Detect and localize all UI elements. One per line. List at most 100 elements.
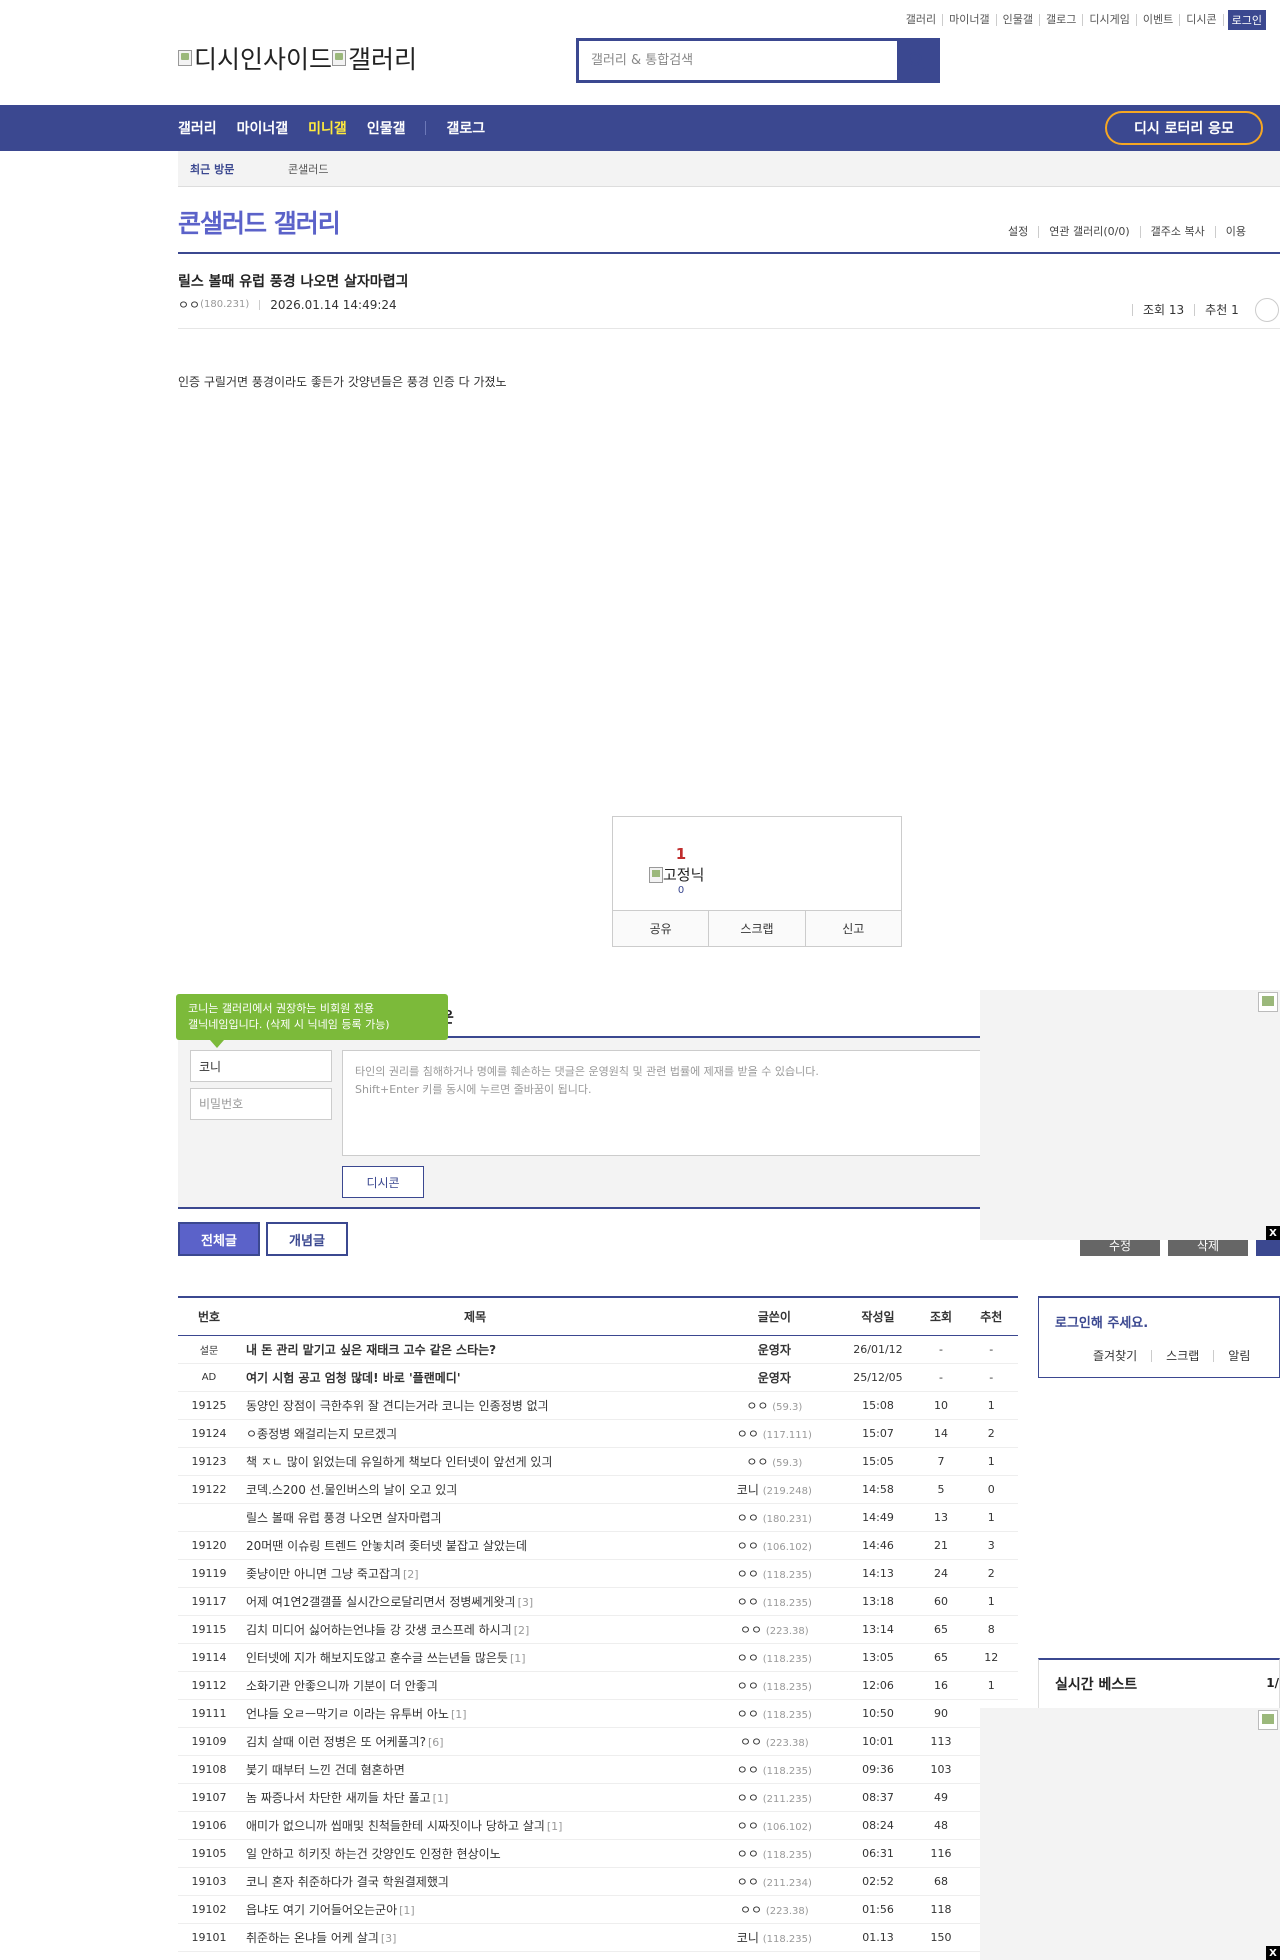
row-writer[interactable]: ㅇㅇ — [740, 1903, 762, 1917]
related-gallery-link[interactable]: 연관 갤러리(0/0) — [1038, 226, 1139, 238]
row-title[interactable]: 김치 미디어 싫어하는언냐들 강 갓생 코스프레 하시긔 — [246, 1623, 512, 1637]
ad-close-button[interactable]: X — [1266, 1226, 1280, 1240]
row-title-cell[interactable]: 김치 미디어 싫어하는언냐들 강 갓생 코스프레 하시긔 [2] — [239, 1615, 711, 1644]
lottery-button[interactable]: 디시 로터리 응모 — [1105, 111, 1263, 145]
table-row[interactable]: AD 여기 시험 공고 엄청 많데! 바로 '플랜메디' 운영자 25/12/05-… — [178, 1363, 1018, 1392]
ad-overlay-bottom[interactable] — [980, 1708, 1280, 1960]
table-row[interactable]: 19122 코덱.스200 선.물인버스의 날이 오고 있긔 코니 (219.248… — [178, 1475, 1018, 1504]
row-title[interactable]: 김치 살때 이런 정병은 또 어케풀긔? — [246, 1735, 426, 1749]
table-row[interactable]: 19111 언냐들 오ㄹㅡ막기ㄹ 이라는 유투버 아노 [1] ㅇㅇ (118.235… — [178, 1699, 1018, 1728]
dccon-button[interactable]: 디시콘 — [342, 1166, 424, 1198]
row-title-cell[interactable]: 놈 짜증나서 차단한 새끼들 차단 풀고 [1] — [239, 1783, 711, 1812]
row-writer[interactable]: ㅇㅇ — [737, 1567, 759, 1581]
comment-name-input[interactable] — [190, 1050, 332, 1082]
table-row[interactable]: 19106 애미가 없으니까 씹매및 친척들한테 시짜짓이나 당하고 살긔 [1] ㅇ… — [178, 1811, 1018, 1840]
search-button[interactable] — [897, 41, 937, 80]
top-link-dccon[interactable]: 디시콘 — [1180, 14, 1224, 26]
row-title[interactable]: 일 안하고 히키짓 하는건 갓양인도 인정한 현상이노 — [246, 1847, 501, 1861]
top-link-gallery[interactable]: 갤러리 — [900, 14, 944, 26]
row-writer-cell[interactable]: 운영자 — [710, 1335, 839, 1364]
row-writer[interactable]: ㅇㅇ — [746, 1455, 768, 1469]
row-title-cell[interactable]: 읍냐도 여기 기어들어오는군아 [1] — [239, 1895, 711, 1924]
row-writer-cell[interactable]: ㅇㅇ (118.235) — [710, 1587, 839, 1616]
table-row[interactable]: 릴스 볼때 유럽 풍경 나오면 살자마렵긔 ㅇㅇ (180.231) 14:49 13… — [178, 1503, 1018, 1532]
row-title[interactable]: ㅇ종정병 왜걸리는지 모르겠긔 — [246, 1427, 397, 1441]
row-writer-cell[interactable]: ㅇㅇ (118.235) — [710, 1839, 839, 1868]
row-writer[interactable]: ㅇㅇ — [737, 1707, 759, 1721]
row-writer-cell[interactable]: 운영자 — [710, 1363, 839, 1392]
realtime-best-page[interactable]: 1/ — [1266, 1676, 1279, 1690]
row-title-cell[interactable]: 20머땐 이슈링 트렌드 안놓치려 좆터넷 붙잡고 살았는데 — [239, 1531, 711, 1560]
row-title-cell[interactable]: 코니 혼자 취준하다가 결국 학원결제했긔 — [239, 1867, 711, 1896]
row-title-cell[interactable]: 소화기관 안좋으니까 기분이 더 안좋긔 — [239, 1671, 711, 1700]
row-writer[interactable]: 코니 — [737, 1931, 759, 1945]
row-title-cell[interactable]: 책 ㅈㄴ 많이 읽었는데 유일하게 책보다 인터넷이 앞선게 있긔 — [239, 1447, 711, 1476]
row-reply-count[interactable]: [1] — [433, 1792, 449, 1805]
row-title[interactable]: 내 돈 관리 맡기고 싶은 재태크 고수 같은 스타는? — [246, 1343, 496, 1357]
table-row[interactable]: 19120 20머땐 이슈링 트렌드 안놓치려 좆터넷 붙잡고 살았는데 ㅇㅇ (1… — [178, 1531, 1018, 1560]
gallery-settings-link[interactable]: 설정 — [1000, 226, 1038, 238]
row-title[interactable]: 놈 짜증나서 차단한 새끼들 차단 풀고 — [246, 1791, 431, 1805]
row-title-cell[interactable]: 어제 여1연2갤갤플 실시간으로달리면서 정병쎄게왓긔 [3] — [239, 1587, 711, 1616]
row-writer-cell[interactable]: ㅇㅇ (106.102) — [710, 1531, 839, 1560]
row-writer[interactable]: ㅇㅇ — [737, 1539, 759, 1553]
top-link-dcgame[interactable]: 디시게임 — [1083, 14, 1137, 26]
recent-visit-label[interactable]: 최근 방문 — [178, 161, 288, 177]
table-row[interactable]: 19124 ㅇ종정병 왜걸리는지 모르겠긔 ㅇㅇ (117.111) 15:07 14 2 — [178, 1419, 1018, 1448]
nav-item-gallery[interactable]: 갤러리 — [178, 118, 217, 138]
row-title-cell[interactable]: 취준하는 온냐들 어케 살긔 [3] — [239, 1923, 711, 1952]
table-row[interactable]: 19103 코니 혼자 취준하다가 결국 학원결제했긔 ㅇㅇ (211.234) 02… — [178, 1867, 1018, 1896]
row-title[interactable]: 읍냐도 여기 기어들어오는군아 — [246, 1903, 397, 1917]
top-link-event[interactable]: 이벤트 — [1137, 14, 1181, 26]
search-input[interactable] — [579, 41, 897, 80]
alarm-tab[interactable]: 알림 — [1213, 1350, 1264, 1362]
row-title-cell[interactable]: 여기 시험 공고 엄청 많데! 바로 '플랜메디' — [239, 1363, 711, 1392]
row-reply-count[interactable]: [3] — [381, 1932, 397, 1945]
row-writer[interactable]: ㅇㅇ — [737, 1847, 759, 1861]
row-title[interactable]: 책 ㅈㄴ 많이 읽었는데 유일하게 책보다 인터넷이 앞선게 있긔 — [246, 1455, 553, 1469]
row-writer-cell[interactable]: ㅇㅇ (59.3) — [710, 1391, 839, 1420]
row-writer-cell[interactable]: ㅇㅇ (223.38) — [710, 1895, 839, 1924]
favorites-tab[interactable]: 즐겨찾기 — [1079, 1350, 1151, 1362]
row-title-cell[interactable]: 인터넷에 지가 해보지도않고 훈수글 쓰는년들 많은듯 [1] — [239, 1643, 711, 1672]
row-title[interactable]: 취준하는 온냐들 어케 살긔 — [246, 1931, 379, 1945]
table-row[interactable]: 19123 책 ㅈㄴ 많이 읽었는데 유일하게 책보다 인터넷이 앞선게 있긔 ㅇㅇ… — [178, 1447, 1018, 1476]
row-title-cell[interactable]: 애미가 없으니까 씹매및 친척들한테 시짜짓이나 당하고 살긔 [1] — [239, 1811, 711, 1840]
report-button[interactable]: 신고 — [806, 911, 901, 946]
row-writer[interactable]: ㅇㅇ — [740, 1735, 762, 1749]
row-writer-cell[interactable]: ㅇㅇ (118.235) — [710, 1699, 839, 1728]
row-title[interactable]: 릴스 볼때 유럽 풍경 나오면 살자마렵긔 — [246, 1511, 442, 1525]
row-writer[interactable]: ㅇㅇ — [737, 1651, 759, 1665]
all-posts-button[interactable]: 전체글 — [178, 1222, 260, 1256]
row-writer-cell[interactable]: ㅇㅇ (223.38) — [710, 1615, 839, 1644]
row-writer-cell[interactable]: ㅇㅇ (211.235) — [710, 1783, 839, 1812]
row-title[interactable]: 소화기관 안좋으니까 기분이 더 안좋긔 — [246, 1679, 438, 1693]
table-row[interactable]: 19105 일 안하고 히키짓 하는건 갓양인도 인정한 현상이노 ㅇㅇ (118.… — [178, 1839, 1018, 1868]
row-reply-count[interactable]: [1] — [510, 1652, 526, 1665]
row-title[interactable]: 여기 시험 공고 엄청 많데! 바로 '플랜메디' — [246, 1371, 461, 1385]
row-title[interactable]: 동양인 장점이 극한추위 잘 견디는거라 코니는 인종정병 없긔 — [246, 1399, 549, 1413]
row-title-cell[interactable]: 일 안하고 히키짓 하는건 갓양인도 인정한 현상이노 — [239, 1839, 711, 1868]
table-row[interactable]: 19114 인터넷에 지가 해보지도않고 훈수글 쓰는년들 많은듯 [1] ㅇㅇ (1… — [178, 1643, 1018, 1672]
table-row[interactable]: 19102 읍냐도 여기 기어들어오는군아 [1] ㅇㅇ (223.38) 01:56 1… — [178, 1895, 1018, 1924]
table-row[interactable]: 설문 내 돈 관리 맡기고 싶은 재태크 고수 같은 스타는? 운영자 26/01/… — [178, 1335, 1018, 1364]
table-row[interactable]: 19125 동양인 장점이 극한추위 잘 견디는거라 코니는 인종정병 없긔 ㅇㅇ … — [178, 1391, 1018, 1420]
site-logo[interactable]: 디시인사이드 갤러리 — [178, 40, 417, 76]
row-title[interactable]: 좆냥이만 아니면 그냥 죽고잡긔 — [246, 1567, 401, 1581]
row-title[interactable]: 붗기 때부터 느낀 건데 혐혼하면 — [246, 1763, 405, 1777]
row-writer[interactable]: ㅇㅇ — [737, 1427, 759, 1441]
row-writer-cell[interactable]: ㅇㅇ (59.3) — [710, 1447, 839, 1476]
table-row[interactable]: 19115 김치 미디어 싫어하는언냐들 강 갓생 코스프레 하시긔 [2] ㅇㅇ (… — [178, 1615, 1018, 1644]
row-title[interactable]: 어제 여1연2갤갤플 실시간으로달리면서 정병쎄게왓긔 — [246, 1595, 516, 1609]
table-row[interactable]: 19109 김치 살때 이런 정병은 또 어케풀긔? [6] ㅇㅇ (223.38) 1… — [178, 1727, 1018, 1756]
row-writer-cell[interactable]: ㅇㅇ (118.235) — [710, 1671, 839, 1700]
row-writer-cell[interactable]: 코니 (219.248) — [710, 1475, 839, 1504]
comment-password-input[interactable] — [190, 1088, 332, 1120]
row-reply-count[interactable]: [2] — [514, 1624, 530, 1637]
top-link-minor[interactable]: 마이너갤 — [943, 14, 997, 26]
row-writer[interactable]: ㅇㅇ — [737, 1763, 759, 1777]
row-writer[interactable]: 운영자 — [758, 1343, 791, 1357]
row-writer[interactable]: ㅇㅇ — [740, 1623, 762, 1637]
row-title-cell[interactable]: ㅇ종정병 왜걸리는지 모르겠긔 — [239, 1419, 711, 1448]
usage-link[interactable]: 이용 — [1214, 226, 1256, 238]
